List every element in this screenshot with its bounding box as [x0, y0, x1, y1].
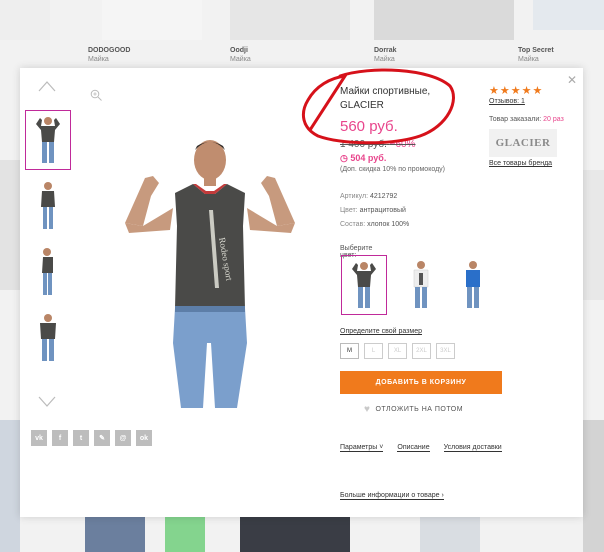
size-options: M L XL 2XL 3XL [340, 343, 460, 359]
info-tabs: Параметры ˅ Описание Условия доставки [340, 444, 516, 452]
article-row: Артикул: 4212792 [340, 193, 397, 200]
brand-all-products-link[interactable]: Все товары бренда [489, 160, 552, 167]
product-title: Майки спортивные, GLACIER [340, 86, 431, 111]
chevron-down-icon[interactable] [38, 396, 56, 408]
color-option-anthracite[interactable] [341, 255, 387, 315]
ordered-label: Товар заказали: [489, 116, 542, 123]
catalog-photo [374, 0, 514, 40]
article-label: Артикул: [340, 193, 369, 200]
old-price: 1 400 руб. −60% [340, 139, 416, 150]
size-l[interactable]: L [364, 343, 383, 359]
catalog-photo [0, 420, 20, 552]
size-guide-link[interactable]: Определите свой размер [340, 328, 422, 335]
tab-delivery[interactable]: Условия доставки [443, 444, 502, 452]
catalog-label: DODOGOOD Майка [88, 47, 131, 63]
brand-logo[interactable]: GLACIER [489, 129, 557, 157]
old-price-value: 1 400 руб. [340, 139, 387, 150]
reviews-link[interactable]: Отзывов: 1 [489, 98, 525, 105]
catalog-photo [420, 517, 480, 552]
heart-icon: ♥ [364, 404, 371, 415]
size-3xl[interactable]: 3XL [436, 343, 455, 359]
color-options [341, 255, 501, 315]
ordered-value: 20 раз [543, 116, 564, 123]
catalog-label: Oodji Майка [230, 47, 251, 63]
club-price-value: 504 руб. [350, 153, 387, 163]
save-for-later-button[interactable]: ♥ ОТЛОЖИТЬ НА ПОТОМ [364, 404, 463, 415]
main-product-photo: Rodeo sport [115, 138, 305, 408]
catalog-label: Dorrak Майка [374, 47, 397, 63]
thumbnail-list [25, 110, 71, 374]
chevron-up-icon[interactable] [38, 80, 56, 92]
thumbnail-front[interactable] [25, 110, 71, 170]
product-price: 560 руб. [340, 118, 398, 135]
thumbnail-profile[interactable] [25, 242, 71, 302]
size-xl[interactable]: XL [388, 343, 407, 359]
clock-icon: ◷ [340, 153, 348, 163]
color-option-white[interactable] [398, 255, 444, 315]
share-bar: vk f t ✎ @ ok [31, 430, 157, 446]
catalog-photo [583, 420, 604, 552]
facebook-icon[interactable]: f [52, 430, 68, 446]
tab-description[interactable]: Описание [397, 444, 430, 452]
color-value: антрацитовый [359, 207, 406, 214]
promo-note: (Доп. скидка 10% по промокоду) [340, 166, 445, 173]
catalog-photo [0, 160, 20, 290]
catalog-photo [0, 0, 50, 40]
catalog-label: Top Secret Майка [518, 47, 554, 63]
zoom-icon[interactable] [90, 88, 102, 106]
ordered-count: Товар заказали: 20 раз [489, 116, 564, 123]
thumbnail-back[interactable] [25, 308, 71, 368]
catalog-photo [230, 0, 350, 40]
color-option-blue[interactable] [450, 255, 496, 315]
catalog-photo [102, 0, 202, 40]
color-row: Цвет: антрацитовый [340, 207, 406, 214]
mail-icon[interactable]: @ [115, 430, 131, 446]
add-to-cart-button[interactable]: ДОБАВИТЬ В КОРЗИНУ [340, 371, 502, 394]
size-2xl[interactable]: 2XL [412, 343, 431, 359]
thumbnail-side[interactable] [25, 176, 71, 236]
tab-parameters[interactable]: Параметры ˅ [340, 444, 384, 452]
odnoklassniki-icon[interactable]: ok [136, 430, 152, 446]
catalog-photo [583, 170, 604, 300]
article-value: 4212792 [370, 193, 398, 200]
link-icon[interactable]: ✎ [94, 430, 110, 446]
color-label: Цвет: [340, 207, 358, 214]
close-icon[interactable]: ✕ [567, 73, 577, 87]
quick-view-modal: ✕ Rodeo sport vk f t ✎ @ ok Майки спорти… [20, 68, 583, 517]
catalog-photo [85, 517, 145, 552]
twitter-icon[interactable]: t [73, 430, 89, 446]
discount-badge: −60% [389, 139, 416, 150]
composition-label: Состав: [340, 221, 366, 228]
more-info-link[interactable]: Больше информации о товаре › [340, 492, 444, 500]
club-price: ◷ 504 руб. [340, 153, 386, 164]
composition-row: Состав: хлопок 100% [340, 221, 409, 228]
catalog-photo [165, 517, 205, 552]
composition-value: хлопок 100% [367, 221, 410, 228]
size-m[interactable]: M [340, 343, 359, 359]
catalog-photo [533, 0, 604, 30]
catalog-photo [240, 517, 350, 552]
rating-stars: ★★★★★ [489, 85, 544, 97]
vk-icon[interactable]: vk [31, 430, 47, 446]
save-for-later-label: ОТЛОЖИТЬ НА ПОТОМ [375, 406, 464, 413]
